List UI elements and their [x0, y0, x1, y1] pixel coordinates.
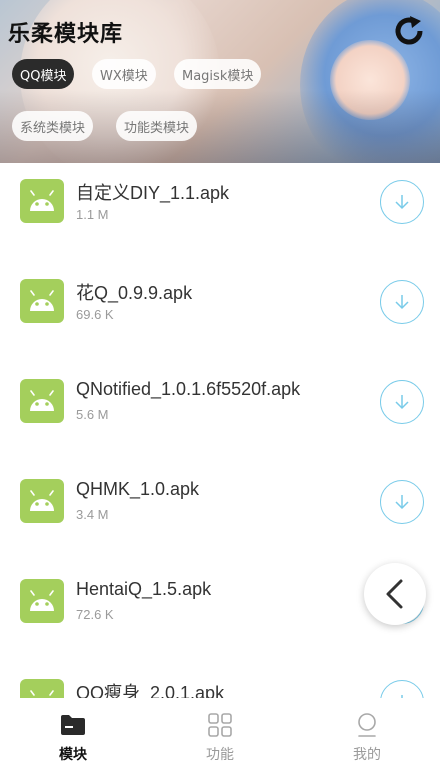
nav-label: 功能	[206, 747, 234, 763]
android-app-icon	[20, 479, 64, 523]
download-button[interactable]	[380, 180, 424, 224]
chip-magisk-module[interactable]: Magisk模块	[174, 59, 262, 89]
module-name: QNotified_1.0.1.6f5520f.apk	[76, 379, 301, 399]
module-name: 自定义DIY_1.1.apk	[76, 183, 230, 203]
refresh-icon	[395, 16, 423, 45]
chip-system-module[interactable]: 系统类模块	[12, 111, 94, 141]
module-size: 69.6 K	[76, 307, 114, 322]
app-title: 乐柔模块库	[8, 22, 124, 47]
module-list: 自定义DIY_1.1.apk 1.1 M 花Q_0.9.9.apk 69.6 K…	[0, 163, 440, 698]
chevron-left-icon	[386, 579, 403, 609]
folder-icon	[59, 712, 87, 738]
chip-qq-module[interactable]: QQ模块	[12, 59, 75, 89]
grid-icon	[206, 712, 234, 738]
module-item[interactable]: 自定义DIY_1.1.apk 1.1 M	[0, 163, 440, 263]
download-icon	[395, 495, 409, 510]
module-name: HentaiQ_1.5.apk	[76, 579, 212, 599]
module-name: QQ瘦身_2.0.1.apk	[76, 683, 225, 698]
chip-wx-module[interactable]: WX模块	[92, 59, 156, 89]
module-item[interactable]: QQ瘦身_2.0.1.apk	[0, 663, 440, 698]
download-button[interactable]	[380, 380, 424, 424]
android-app-icon	[20, 179, 64, 223]
download-icon	[395, 395, 409, 410]
screen: 乐柔模块库 QQ模块 WX模块 Magisk模块 系统类模块 功能类模块 自定义…	[0, 0, 440, 770]
module-size: 3.4 M	[76, 507, 109, 522]
download-icon	[395, 295, 409, 310]
module-size: 5.6 M	[76, 407, 109, 422]
android-app-icon	[20, 379, 64, 423]
nav-label: 模块	[59, 747, 87, 763]
module-item[interactable]: QHMK_1.0.apk 3.4 M	[0, 463, 440, 563]
chip-function-module[interactable]: 功能类模块	[116, 111, 198, 141]
android-app-icon	[20, 579, 64, 623]
refresh-button[interactable]	[388, 10, 430, 52]
module-item[interactable]: QNotified_1.0.1.6f5520f.apk 5.6 M	[0, 363, 440, 463]
download-button[interactable]	[380, 280, 424, 324]
module-size: 1.1 M	[76, 207, 109, 222]
android-app-icon	[20, 679, 64, 698]
nav-label: 我的	[353, 747, 381, 763]
module-name: 花Q_0.9.9.apk	[76, 283, 193, 303]
nav-tab-modules[interactable]: 模块	[0, 698, 146, 770]
back-button[interactable]	[364, 563, 426, 625]
module-size: 72.6 K	[76, 607, 114, 622]
person-icon	[353, 712, 381, 738]
header-banner: 乐柔模块库 QQ模块 WX模块 Magisk模块 系统类模块 功能类模块	[0, 0, 440, 163]
bottom-nav: 模块 功能 我的	[0, 698, 440, 770]
download-button[interactable]	[380, 680, 424, 698]
android-app-icon	[20, 279, 64, 323]
nav-tab-profile[interactable]: 我的	[294, 698, 440, 770]
module-item[interactable]: 花Q_0.9.9.apk 69.6 K	[0, 263, 440, 363]
download-icon	[395, 195, 409, 210]
nav-tab-functions[interactable]: 功能	[147, 698, 293, 770]
module-name: QHMK_1.0.apk	[76, 479, 200, 499]
download-button[interactable]	[380, 480, 424, 524]
